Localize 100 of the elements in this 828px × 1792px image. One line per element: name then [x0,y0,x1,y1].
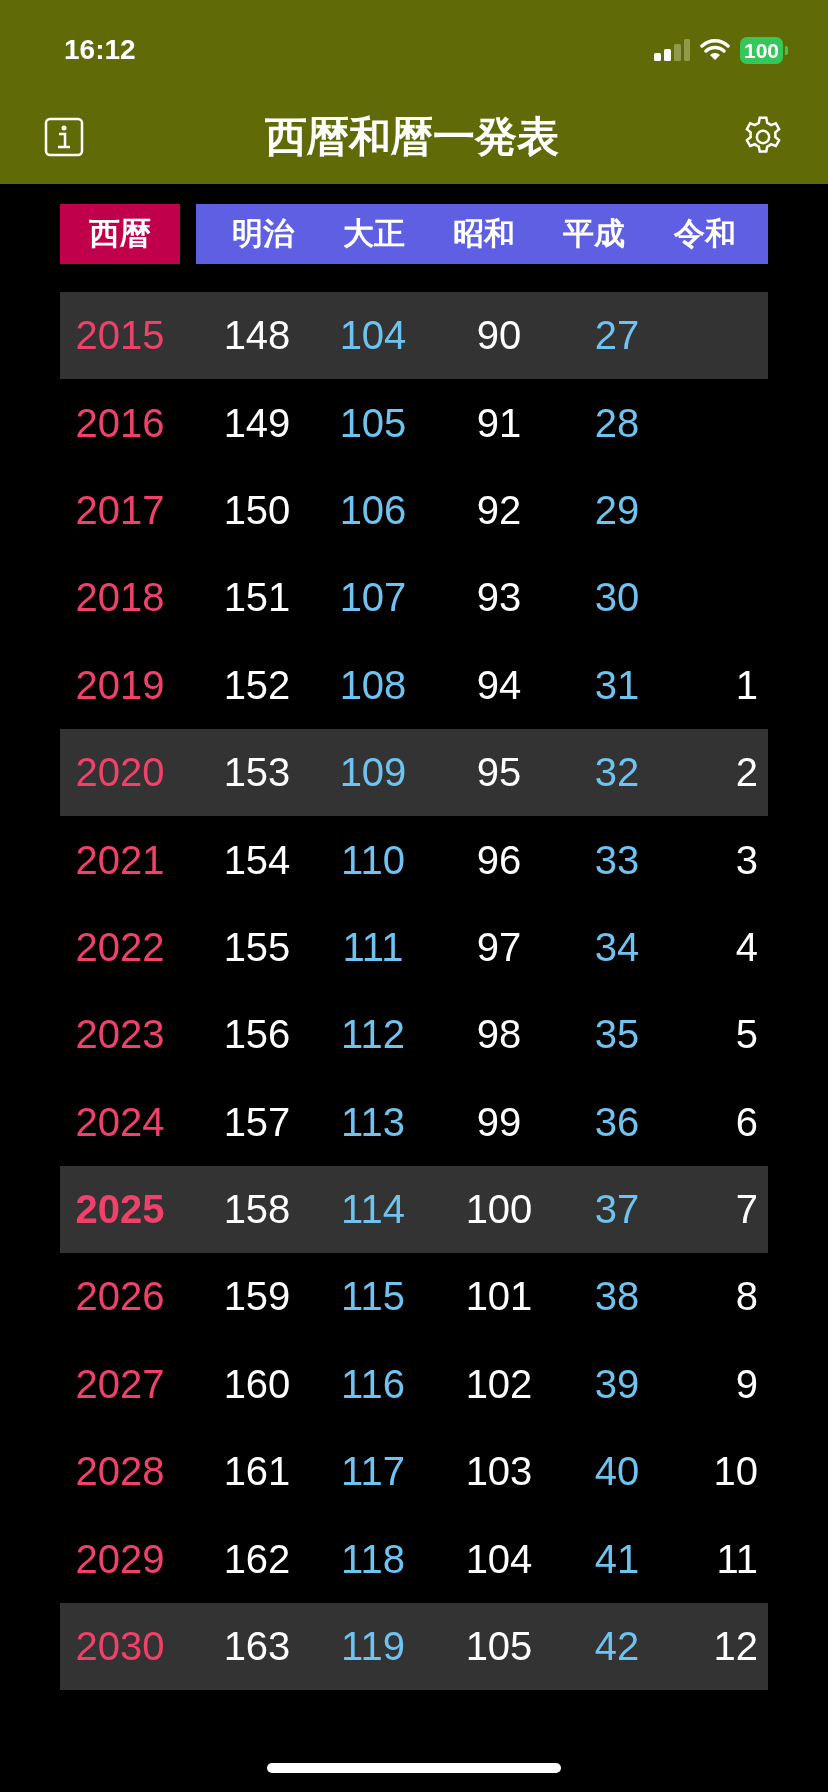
era-year-cell-text: 32 [593,750,641,796]
year-cell-text: 2029 [74,1536,166,1582]
era-year-cell-text: 158 [222,1187,292,1233]
column-header: 令和 [672,214,737,253]
info-icon[interactable] [44,117,84,157]
wifi-icon [699,39,730,61]
era-year-cell-text: 27 [593,313,641,359]
era-year-cell-text: 112 [340,1012,406,1058]
era-year-cell-text: 91 [475,400,523,446]
era-year-cell-text: 160 [222,1361,292,1407]
year-cell-text: 2030 [74,1624,166,1670]
era-year-cell-text: 104 [338,313,408,359]
era-year-cell-text: 162 [222,1536,292,1582]
column-header: 明治 [231,214,296,253]
era-year-cell-text: 36 [593,1099,641,1145]
era-year-cell-text: 108 [338,662,408,708]
era-year-cell-text: 115 [340,1274,406,1320]
column-header: 西暦 [60,204,180,264]
era-year-cell-text: 100 [464,1187,534,1233]
era-year-cell-text: 93 [475,575,523,621]
era-year-cell-text: 29 [593,487,641,533]
era-year-cell-text: 118 [340,1536,406,1582]
era-year-cell-text: 41 [593,1536,641,1582]
era-year-cell-text: 30 [593,575,641,621]
era-year-cell-text: 101 [464,1274,534,1320]
era-year-cell-text: 5 [734,1012,759,1058]
era-year-cell-text: 42 [593,1624,641,1670]
era-year-cell-text: 33 [593,837,641,883]
era-year-cell-text: 7 [734,1187,759,1233]
era-year-cell-text: 107 [338,575,408,621]
column-header: 大正 [341,214,406,253]
era-year-cell-text: 8 [734,1274,759,1320]
column-header: 平成 [562,214,627,253]
era-year-cell-text: 157 [222,1099,292,1145]
year-cell-text: 2025 [74,1187,166,1233]
era-year-cell-text: 161 [222,1449,292,1495]
year-cell-text: 2017 [74,487,166,533]
year-cell-text: 2026 [74,1274,166,1320]
era-year-cell-text: 96 [475,837,523,883]
era-year-cell-text: 10 [712,1449,759,1495]
year-cell-text: 2027 [74,1361,166,1407]
era-year-cell-text: 31 [593,662,641,708]
year-cell-text: 2018 [74,575,166,621]
era-year-cell-text: 6 [734,1099,759,1145]
status-time: 16:12 [64,34,136,66]
era-year-cell-text: 38 [593,1274,641,1320]
era-year-cell-text: 114 [340,1187,406,1233]
era-year-cell-text: 163 [222,1624,292,1670]
era-year-cell-text: 149 [222,400,292,446]
year-cell-text: 2024 [74,1099,166,1145]
year-cell-text: 2023 [74,1012,166,1058]
era-year-cell-text: 12 [712,1624,759,1670]
era-year-cell-text: 37 [593,1187,641,1233]
app-title: 西暦和暦一発表 [265,111,559,163]
era-year-cell-text: 11 [715,1536,759,1582]
era-year-cell-text: 105 [464,1624,534,1670]
era-year-cell-text: 103 [464,1449,534,1495]
era-year-cell-text: 1 [734,662,759,708]
era-year-cell-text: 34 [593,924,641,970]
era-year-cell-text: 92 [475,487,523,533]
era-year-cell-text: 117 [340,1449,406,1495]
era-year-cell-text: 153 [222,750,292,796]
era-year-cell-text: 110 [340,837,406,883]
year-cell-text: 2022 [74,924,166,970]
era-year-cell-text: 154 [222,837,292,883]
signal-icon [653,39,690,61]
battery-level: 100 [739,36,783,64]
era-year-cell-text: 111 [341,924,405,970]
era-year-cell-text: 116 [340,1361,406,1407]
era-year-cell-text: 90 [475,313,523,359]
era-year-cell-text: 109 [338,750,408,796]
era-year-cell-text: 102 [464,1361,534,1407]
year-cell-text: 2019 [74,662,166,708]
column-header: 昭和 [452,214,516,253]
year-cell-text: 2021 [74,837,166,883]
year-cell-text: 2016 [74,400,166,446]
era-year-cell-text: 119 [340,1624,406,1670]
era-year-cell-text: 28 [593,400,641,446]
era-year-cell-text: 94 [475,662,523,708]
era-year-cell-text: 4 [734,924,759,970]
year-cell-text: 2028 [74,1449,166,1495]
year-cell-text: 2015 [74,313,166,359]
era-year-cell-text: 151 [222,575,292,621]
era-year-cell-text: 105 [338,400,408,446]
era-year-cell-text: 148 [222,313,292,359]
era-year-cell-text: 40 [593,1449,641,1495]
era-year-cell-text: 35 [593,1012,641,1058]
era-year-cell-text: 3 [734,837,759,883]
era-year-cell-text: 155 [222,924,292,970]
era-year-cell-text: 156 [222,1012,292,1058]
era-year-cell-text: 2 [734,750,759,796]
era-year-cell-text: 95 [475,750,523,796]
era-year-cell-text: 104 [464,1536,534,1582]
year-cell-text: 2020 [74,750,166,796]
era-year-cell-text: 152 [222,662,292,708]
era-year-cell-text: 106 [338,487,408,533]
era-year-cell-text: 159 [222,1274,292,1320]
era-year-cell-text: 113 [340,1099,406,1145]
era-year-cell-text: 99 [475,1099,523,1145]
era-year-cell-text: 97 [475,924,523,970]
